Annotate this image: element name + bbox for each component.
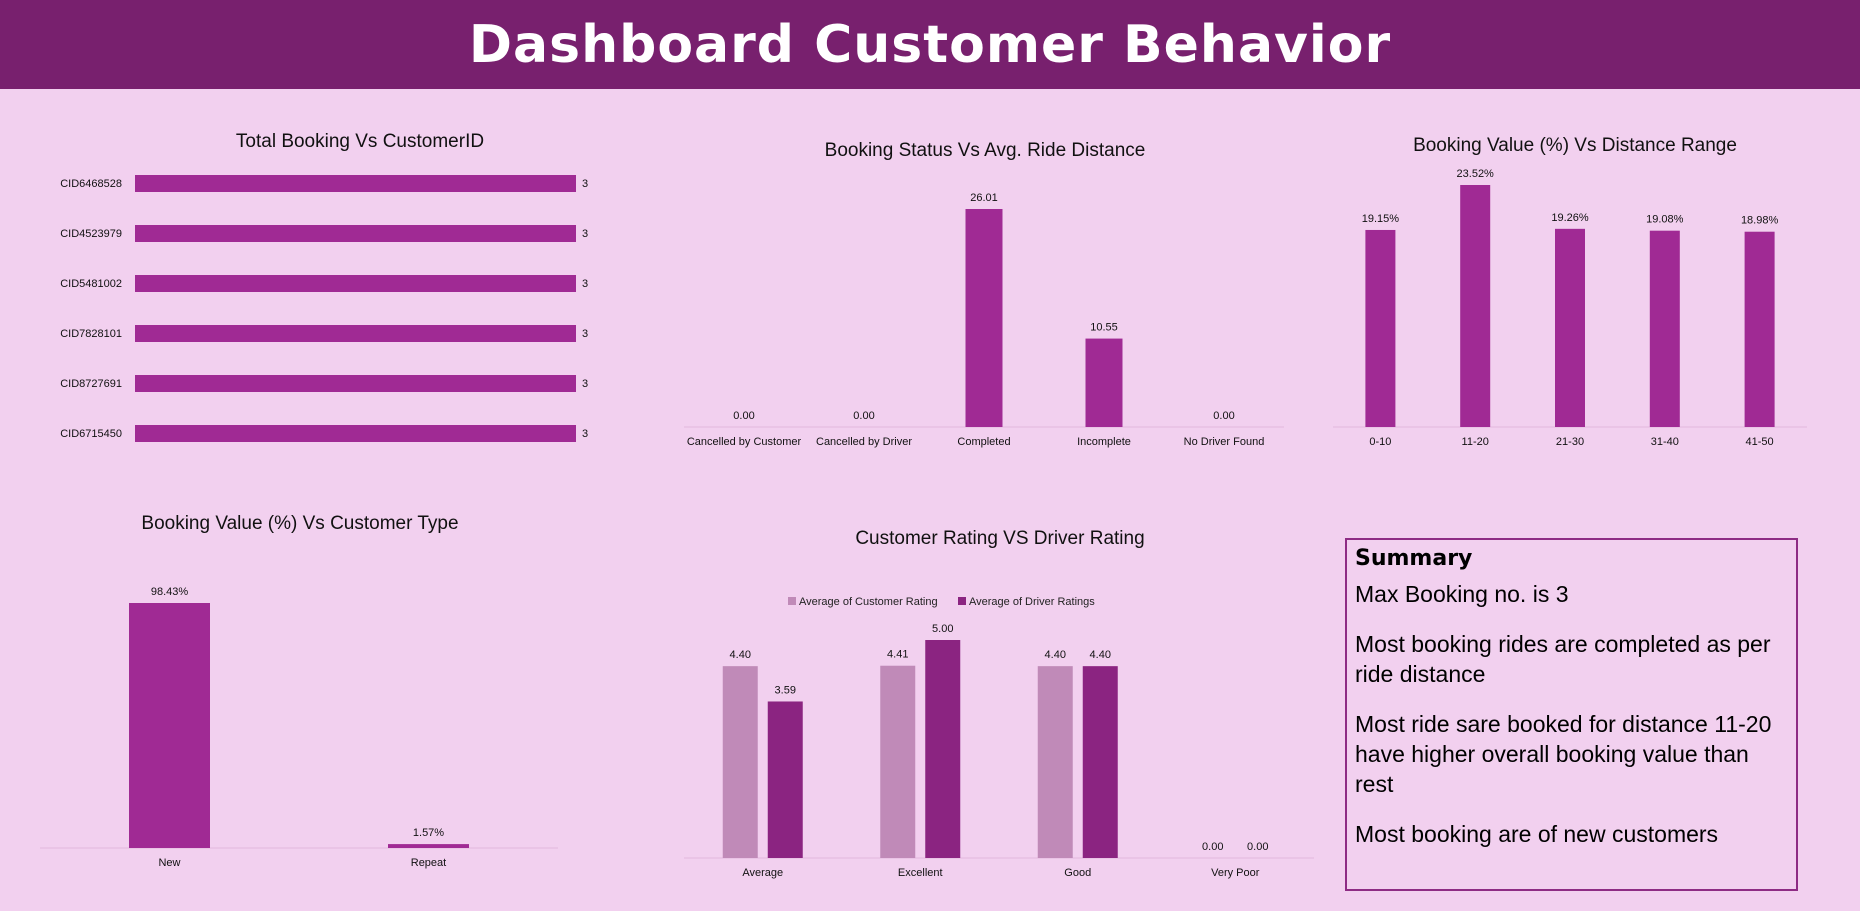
chart-booking-status: 0.00 Cancelled by Customer 0.00 Cancelled b… (684, 192, 1284, 448)
summary-line: Most booking rides are completed as per … (1355, 631, 1771, 687)
data-label: 3 (582, 228, 588, 240)
bar (880, 665, 916, 858)
data-label: 0.00 (1202, 841, 1223, 853)
bar (1365, 229, 1396, 427)
chart-rating-panel: Customer Rating VS Driver Rating Average… (680, 515, 1320, 895)
category-label: New (158, 857, 180, 869)
data-label: 3 (582, 178, 588, 190)
summary-line: Most ride sare booked for distance 11-20… (1355, 711, 1772, 797)
category-label: CID4523979 (60, 228, 122, 240)
summary-title: Summary (1355, 546, 1473, 571)
data-label: 18.98% (1741, 215, 1779, 227)
bar (1744, 231, 1775, 427)
dashboard-title: Dashboard Customer Behavior (468, 14, 1392, 75)
chart-total-booking: CID6468528 3 CID4523979 3 CID5481002 3 CID7828… (60, 175, 588, 442)
data-label: 3 (582, 378, 588, 390)
chart-distance-range-panel: Booking Value (%) Vs Distance Range 19.1… (1330, 125, 1820, 455)
category-label: CID6715450 (60, 428, 122, 440)
chart-customer-type: 98.43% New 1.57% Repeat (40, 586, 558, 869)
bar (722, 666, 758, 858)
category-label: Repeat (411, 857, 446, 869)
bar (1649, 230, 1680, 427)
data-label: 10.55 (1090, 322, 1118, 334)
category-label: Completed (957, 436, 1010, 448)
chart-booking-status-panel: Booking Status Vs Avg. Ride Distance 0.0… (680, 130, 1290, 460)
bar (1037, 666, 1073, 858)
data-label: 4.41 (887, 649, 908, 661)
chart-total-booking-panel: Total Booking Vs CustomerID CID6468528 3 C… (40, 125, 680, 455)
data-label: 3 (582, 428, 588, 440)
bar (135, 175, 576, 192)
data-label: 4.40 (1045, 649, 1066, 661)
bar (965, 209, 1003, 427)
chart-distance-range: 19.15% 0-10 23.52% 11-20 19.26% 21-30 19.08% 31… (1333, 168, 1807, 448)
bar (925, 640, 961, 858)
category-label: CID6468528 (60, 178, 122, 190)
category-label: 11-20 (1462, 436, 1489, 448)
data-label: 23.52% (1457, 168, 1495, 180)
data-label: 0.00 (1213, 410, 1234, 422)
summary-box: Summary Max Booking no. is 3 Most bookin… (1345, 538, 1798, 891)
category-label: Good (1064, 867, 1091, 879)
bar (1082, 666, 1118, 858)
data-label: 3 (582, 278, 588, 290)
category-label: Cancelled by Driver (816, 436, 912, 448)
bar (135, 275, 576, 292)
legend-swatch (958, 597, 966, 605)
category-label: CID7828101 (60, 328, 122, 340)
category-label: 0-10 (1369, 436, 1391, 448)
category-label: CID5481002 (60, 278, 122, 290)
bar (135, 425, 576, 442)
legend-label: Average of Customer Rating (799, 596, 938, 608)
data-label: 5.00 (932, 623, 953, 635)
data-label: 0.00 (1247, 841, 1268, 853)
data-label: 26.01 (970, 192, 998, 204)
data-label: 19.15% (1362, 213, 1400, 225)
bar (388, 844, 469, 848)
category-label: 41-50 (1746, 436, 1774, 448)
data-label: 98.43% (151, 586, 189, 598)
data-label: 0.00 (853, 410, 874, 422)
dashboard-header: Dashboard Customer Behavior (0, 0, 1860, 89)
bar (129, 603, 210, 848)
category-label: Incomplete (1077, 436, 1131, 448)
bar (135, 325, 576, 342)
data-label: 1.57% (413, 827, 444, 839)
data-label: 0.00 (733, 410, 754, 422)
legend-swatch (788, 597, 796, 605)
bar (135, 375, 576, 392)
category-label: Very Poor (1211, 867, 1260, 879)
bar (1555, 228, 1585, 427)
bar (1460, 185, 1491, 427)
category-label: 31-40 (1651, 436, 1679, 448)
category-label: 21-30 (1556, 436, 1584, 448)
bar (767, 701, 803, 858)
data-label: 4.40 (730, 649, 751, 661)
data-label: 4.40 (1090, 649, 1111, 661)
category-label: Cancelled by Customer (687, 436, 802, 448)
summary-line: Most booking are of new customers (1355, 821, 1719, 847)
summary-line: Max Booking no. is 3 (1355, 581, 1569, 607)
data-label: 19.26% (1551, 212, 1589, 224)
category-label: Excellent (898, 867, 943, 879)
bar (135, 225, 576, 242)
category-label: CID8727691 (60, 378, 122, 390)
bar (1085, 338, 1123, 427)
data-label: 3.59 (775, 684, 796, 696)
category-label: No Driver Found (1184, 436, 1265, 448)
chart-customer-type-panel: Booking Value (%) Vs Customer Type 98.43… (40, 500, 600, 880)
chart-rating: Average of Customer Rating Average of Dri… (684, 596, 1314, 879)
data-label: 19.08% (1646, 214, 1684, 226)
data-label: 3 (582, 328, 588, 340)
category-label: Average (742, 867, 783, 879)
legend-label: Average of Driver Ratings (969, 596, 1095, 608)
